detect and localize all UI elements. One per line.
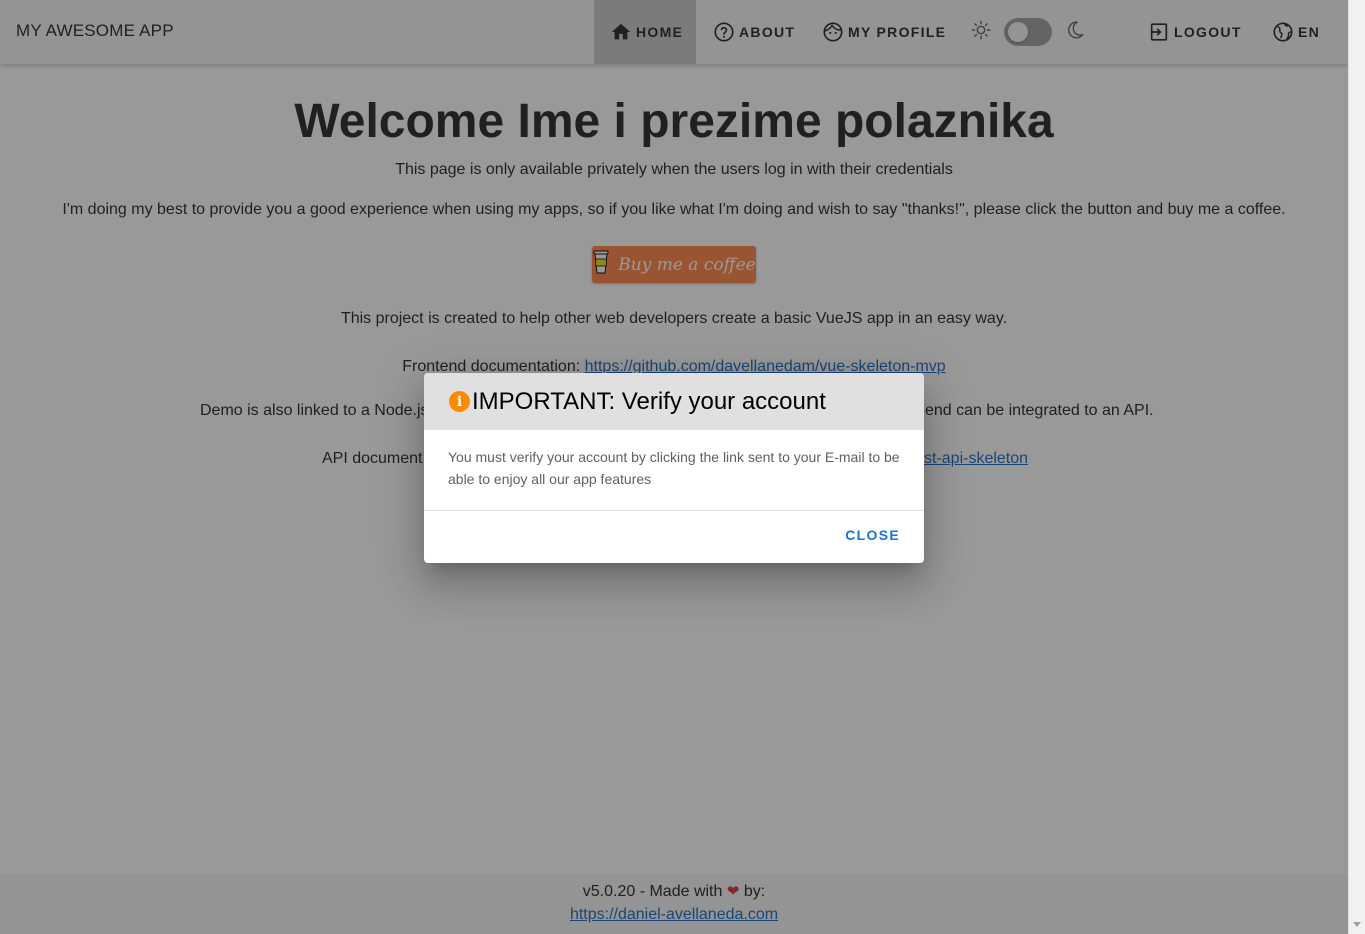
info-icon: i bbox=[449, 391, 470, 412]
dialog-title: IMPORTANT: Verify your account bbox=[472, 387, 826, 415]
scroll-down-arrow-icon[interactable] bbox=[1353, 922, 1361, 927]
page-scrollbar[interactable] bbox=[1348, 0, 1365, 934]
dialog-actions: CLOSE bbox=[424, 511, 924, 563]
verify-account-dialog: i IMPORTANT: Verify your account You mus… bbox=[424, 373, 924, 563]
dialog-close-button[interactable]: CLOSE bbox=[837, 527, 908, 543]
dialog-body-text: You must verify your account by clicking… bbox=[448, 449, 900, 487]
dialog-header: i IMPORTANT: Verify your account bbox=[424, 373, 924, 430]
